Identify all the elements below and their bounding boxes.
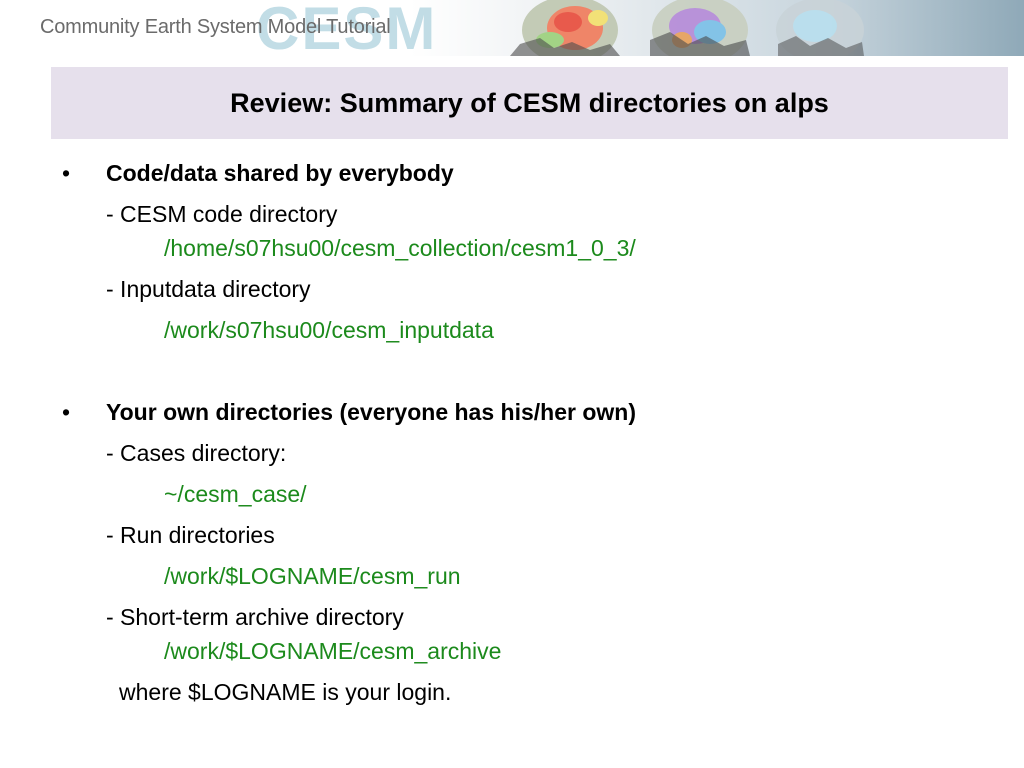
slide-title: Review: Summary of CESM directories on a… bbox=[230, 87, 829, 118]
header-banner: CESM Community Earth System Model Tutori… bbox=[0, 0, 1024, 56]
bullet-point: • bbox=[62, 160, 71, 186]
section-heading-shared: Code/data shared by everybody bbox=[106, 160, 454, 186]
logname-note: where $LOGNAME is your login. bbox=[119, 679, 452, 705]
inputdata-directory-path: /work/s07hsu00/cesm_inputdata bbox=[164, 317, 494, 343]
run-directories-path: /work/$LOGNAME/cesm_run bbox=[164, 563, 461, 589]
code-directory-path: /home/s07hsu00/cesm_collection/cesm1_0_3… bbox=[164, 235, 636, 261]
archive-directory-label: - Short-term archive directory bbox=[106, 604, 404, 630]
globe-maps-image bbox=[510, 0, 864, 56]
code-directory-label: - CESM code directory bbox=[106, 201, 338, 227]
cases-directory-path: ~/cesm_case/ bbox=[164, 481, 307, 507]
section-heading-own: Your own directories (everyone has his/h… bbox=[106, 399, 636, 425]
cases-directory-label: - Cases directory: bbox=[106, 440, 287, 466]
run-directories-label: - Run directories bbox=[106, 522, 275, 548]
bullet-point: • bbox=[62, 399, 71, 425]
slide-title-box: Review: Summary of CESM directories on a… bbox=[51, 67, 1008, 139]
inputdata-directory-label: - Inputdata directory bbox=[106, 276, 311, 302]
banner-title: Community Earth System Model Tutorial bbox=[40, 16, 391, 38]
archive-directory-path: /work/$LOGNAME/cesm_archive bbox=[164, 638, 502, 664]
